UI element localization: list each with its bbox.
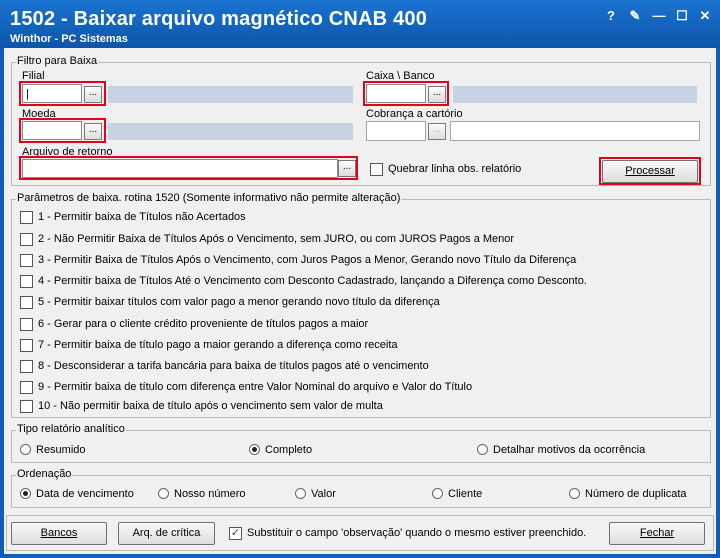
help-icon[interactable]: ? bbox=[602, 8, 620, 24]
parametro-label: 4 - Permitir baixa de Títulos Até o Venc… bbox=[38, 275, 587, 287]
arquivo-retorno-highlight bbox=[19, 156, 358, 180]
parametro-label: 7 - Permitir baixa de título pago a maio… bbox=[38, 339, 398, 351]
caixa-banco-description bbox=[453, 86, 697, 103]
parametro-checkbox bbox=[20, 275, 33, 288]
parametro-label: 8 - Desconsiderar a tarifa bancária para… bbox=[38, 360, 429, 372]
moeda-highlight bbox=[19, 118, 106, 143]
tipo-detalhar-label[interactable]: Detalhar motivos da ocorrência bbox=[493, 444, 645, 456]
window-client-area: Filtro para Baixa Filial ... Caixa \ Ban… bbox=[4, 48, 716, 554]
parametro-label: 9 - Permitir baixa de título com diferen… bbox=[38, 381, 473, 393]
tipo-resumido-label[interactable]: Resumido bbox=[36, 444, 86, 456]
parametro-label: 10 - Não permitir baixa de título após o… bbox=[38, 400, 383, 412]
arq-critica-button[interactable]: Arq. de crítica bbox=[118, 522, 215, 545]
arq-critica-button-label: Arq. de crítica bbox=[132, 527, 201, 539]
maximize-icon[interactable]: ☐ bbox=[673, 8, 691, 24]
parametro-checkbox bbox=[20, 233, 33, 246]
substituir-label: Substituir o campo 'observação' quando o… bbox=[247, 527, 587, 539]
substituir-checkbox[interactable]: ✓ bbox=[229, 527, 242, 540]
parametro-label: 2 - Não Permitir Baixa de Títulos Após o… bbox=[38, 233, 515, 245]
parametros-group-title: Parâmetros de baixa. rotina 1520 (Soment… bbox=[16, 192, 402, 204]
tipo-completo-radio[interactable] bbox=[249, 444, 260, 455]
caixa-banco-highlight bbox=[363, 81, 449, 106]
ordem-valor-label[interactable]: Valor bbox=[311, 488, 336, 500]
ordem-cliente-label[interactable]: Cliente bbox=[448, 488, 482, 500]
ordem-numero-duplicata-radio[interactable] bbox=[569, 488, 580, 499]
parametro-label: 1 - Permitir baixa de Títulos não Acerta… bbox=[38, 211, 246, 223]
parametro-checkbox bbox=[20, 296, 33, 309]
ordem-data-vencimento-label[interactable]: Data de vencimento bbox=[36, 488, 134, 500]
ordem-numero-duplicata-label[interactable]: Número de duplicata bbox=[585, 488, 687, 500]
tipo-completo-label[interactable]: Completo bbox=[265, 444, 312, 456]
cobranca-label: Cobrança a cartório bbox=[366, 108, 463, 120]
quebrar-linha-checkbox[interactable] bbox=[370, 163, 383, 176]
title-bar: 1502 - Baixar arquivo magnético CNAB 400… bbox=[0, 0, 720, 48]
window-subtitle: Winthor - PC Sistemas bbox=[10, 33, 128, 45]
parametro-checkbox bbox=[20, 318, 33, 331]
edit-icon[interactable]: ✎ bbox=[626, 8, 644, 24]
filial-highlight bbox=[19, 81, 106, 106]
cobranca-description bbox=[450, 121, 700, 141]
application-window: 1502 - Baixar arquivo magnético CNAB 400… bbox=[0, 0, 720, 558]
cobranca-search-button[interactable]: ... bbox=[428, 123, 446, 140]
parametro-checkbox bbox=[20, 381, 33, 394]
minimize-icon[interactable]: — bbox=[650, 8, 668, 24]
ordem-cliente-radio[interactable] bbox=[432, 488, 443, 499]
ordenacao-group-title: Ordenação bbox=[16, 468, 73, 480]
bancos-button[interactable]: Bancos bbox=[11, 522, 107, 545]
fechar-button-label: Fechar bbox=[639, 527, 675, 539]
parametro-checkbox bbox=[20, 360, 33, 373]
quebrar-linha-label: Quebrar linha obs. relatório bbox=[388, 163, 522, 175]
ordem-nosso-numero-radio[interactable] bbox=[158, 488, 169, 499]
processar-highlight bbox=[599, 157, 701, 185]
parametro-checkbox bbox=[20, 254, 33, 267]
tipo-relatorio-group-title: Tipo relatório analítico bbox=[16, 423, 126, 435]
parametro-label: 6 - Gerar para o cliente crédito proveni… bbox=[38, 318, 369, 330]
bancos-button-label: Bancos bbox=[40, 527, 78, 539]
tipo-resumido-radio[interactable] bbox=[20, 444, 31, 455]
moeda-description bbox=[108, 123, 353, 140]
ordem-nosso-numero-label[interactable]: Nosso número bbox=[174, 488, 246, 500]
parametro-checkbox bbox=[20, 400, 33, 413]
tipo-detalhar-radio[interactable] bbox=[477, 444, 488, 455]
fechar-button[interactable]: Fechar bbox=[609, 522, 705, 545]
ordem-valor-radio[interactable] bbox=[295, 488, 306, 499]
cobranca-input[interactable] bbox=[366, 121, 426, 141]
parametro-checkbox bbox=[20, 339, 33, 352]
window-title: 1502 - Baixar arquivo magnético CNAB 400 bbox=[10, 8, 428, 30]
close-icon[interactable]: ✕ bbox=[696, 8, 714, 24]
filial-description bbox=[108, 86, 353, 103]
parametro-label: 3 - Permitir Baixa de Títulos Após o Ven… bbox=[38, 254, 577, 266]
parametro-checkbox bbox=[20, 211, 33, 224]
filtro-group-title: Filtro para Baixa bbox=[16, 55, 99, 67]
parametro-label: 5 - Permitir baixar títulos com valor pa… bbox=[38, 296, 440, 308]
ordem-data-vencimento-radio[interactable] bbox=[20, 488, 31, 499]
